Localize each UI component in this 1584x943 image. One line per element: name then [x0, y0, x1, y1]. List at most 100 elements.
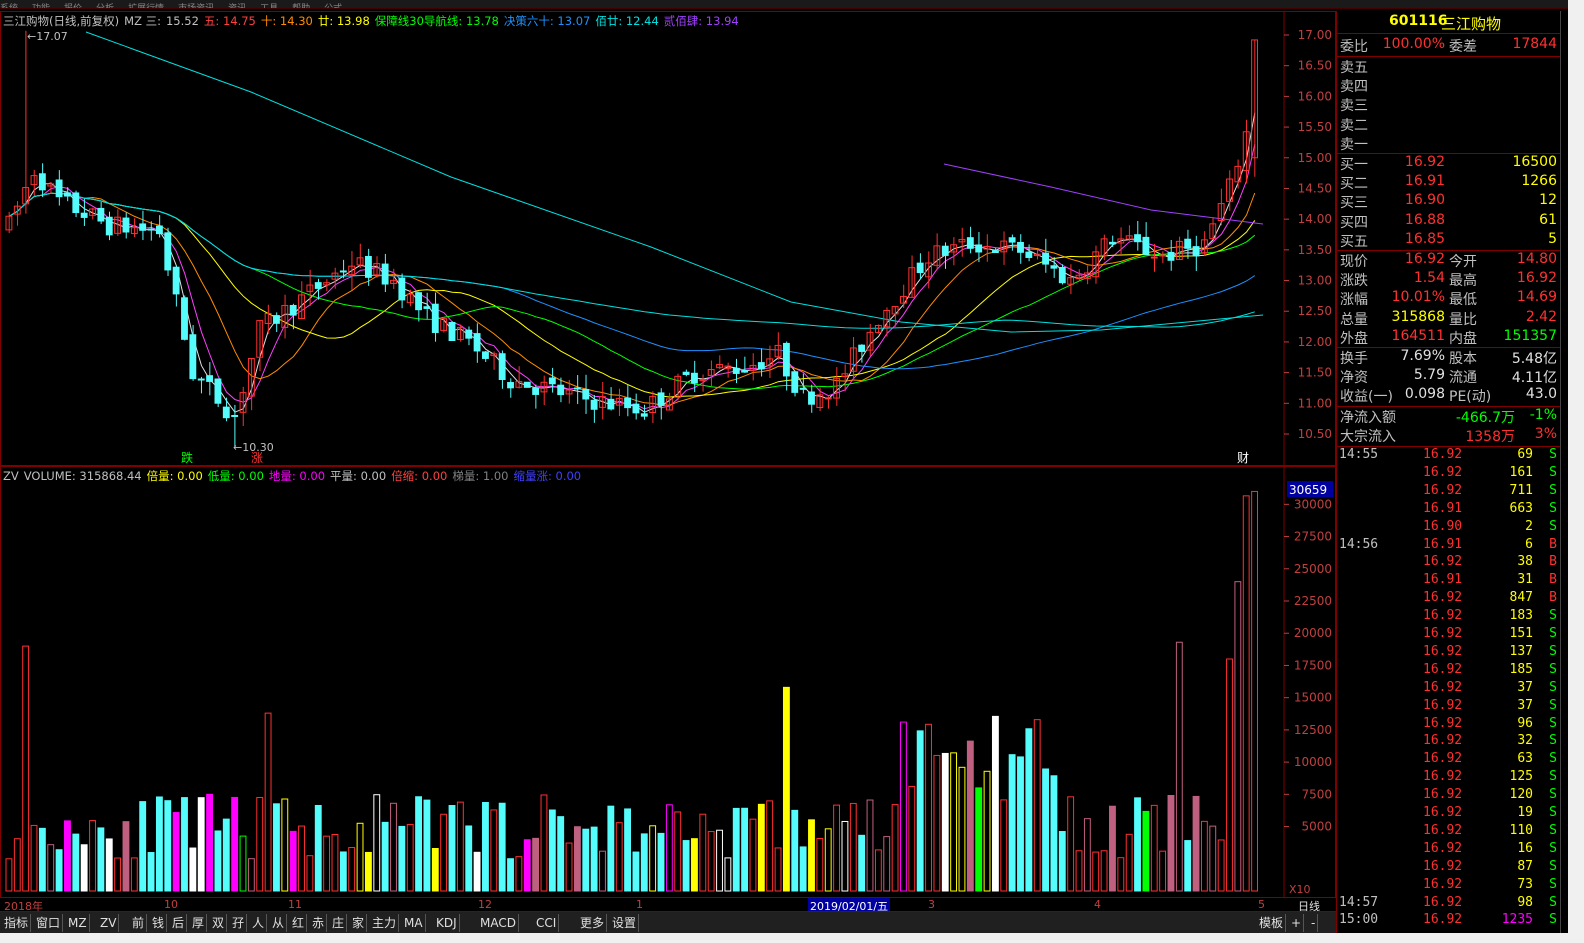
volume-bar [774, 847, 782, 892]
indicator-tab[interactable]: 双 [210, 914, 228, 932]
tick-price: 16.92 [1423, 876, 1463, 892]
volume-bar [532, 837, 540, 892]
indicator-tab[interactable]: 家 [350, 914, 368, 932]
quote-value: 5.48亿 [1511, 351, 1557, 367]
quote-label: 总量 [1340, 311, 1368, 328]
tick-direction: B [1549, 590, 1557, 606]
candle-body [72, 192, 80, 214]
indicator-tab[interactable]: 设置 [610, 914, 640, 932]
tick-volume: 161 [1509, 464, 1533, 480]
indicator-tab[interactable]: 后 [170, 914, 188, 932]
volume-bar [523, 839, 531, 892]
tick-price: 16.91 [1423, 536, 1463, 552]
tick-price: 16.92 [1423, 805, 1463, 820]
indicator-tab[interactable]: 厚 [190, 914, 208, 932]
candle-body [657, 392, 665, 406]
indicator-tab[interactable]: 从 [270, 914, 288, 932]
date-label: 3 [928, 898, 935, 911]
quote-value: 16.91 [1404, 173, 1445, 190]
indicator-tab[interactable]: KDJ [434, 914, 460, 932]
menu-item[interactable]: 公式 [324, 4, 342, 9]
indicator-tab[interactable]: 窗口 [34, 914, 64, 932]
kline-chart-panel[interactable]: 三江购物(日线,前复权) MZ 三: 15.52 五: 14.75 十: 14.30 廿:… [0, 11, 1336, 466]
tick-row: 16.92 37 S [1337, 680, 1561, 698]
menu-item[interactable]: 功能 [32, 4, 50, 9]
tick-price: 16.92 [1423, 679, 1463, 695]
candle-body [782, 342, 790, 377]
date-label: 11 [288, 898, 302, 911]
menu-item[interactable]: 帮助 [292, 4, 310, 9]
tick-volume: 1235 [1501, 912, 1533, 928]
tick-volume: 31 [1517, 572, 1533, 588]
scroll-strip[interactable] [1560, 11, 1568, 933]
candle-body [147, 228, 155, 231]
menu-item[interactable]: 系统 [0, 4, 18, 9]
volume-chart-panel[interactable]: ZV VOLUME: 315868.44 倍量: 0.00 低量: 0.00 地量: 0… [0, 466, 1336, 898]
quote-label: 最高 [1449, 273, 1477, 290]
indicator-tab[interactable]: 赤 [310, 914, 328, 932]
indicator-tab[interactable]: MACD [478, 914, 519, 932]
quote-row: 卖二 [1337, 115, 1561, 134]
indicator-tab[interactable]: 更多 [578, 914, 608, 932]
candle-body [624, 397, 632, 409]
tick-price: 16.92 [1423, 464, 1463, 480]
indicator-tab[interactable]: ZV [98, 914, 120, 932]
menu-item[interactable]: 报价 [64, 4, 82, 9]
tick-row: 16.92 110 S [1337, 823, 1561, 841]
indicator-tab[interactable]: 孖 [230, 914, 248, 932]
tick-direction: S [1549, 697, 1557, 713]
tick-direction: S [1549, 876, 1557, 892]
indicator-tab[interactable]: 人 [250, 914, 268, 932]
indicator-tab[interactable]: 庄 [330, 914, 348, 932]
volume-bar [356, 822, 364, 892]
candle-body [1159, 254, 1167, 257]
volume-bar [1192, 795, 1200, 892]
indicator-tab[interactable]: + [1289, 914, 1305, 932]
candle-body [1167, 251, 1175, 261]
indicator-tab[interactable]: 主力 [370, 914, 400, 932]
quote-row: 卖四 [1337, 76, 1561, 95]
quote-row: 换手 7.69% 股本 5.48亿 [1337, 348, 1561, 367]
indicator-tab[interactable]: MA [402, 914, 426, 932]
volume-bar [1075, 850, 1083, 892]
indicator-tab[interactable]: - [1309, 914, 1319, 932]
bid-volume: 5 [1548, 230, 1557, 247]
volume-chart[interactable]: 30000 27500 25000 22500 20000 17500 15000 12500… [1, 467, 1335, 897]
menu-item[interactable]: 市场资讯 [178, 4, 214, 9]
quote-row: 买二 16.91 1266 [1337, 173, 1561, 192]
quote-value: 100.00% [1382, 36, 1445, 52]
price-tick-label: 11.00 [1298, 396, 1332, 410]
indicator-tab[interactable]: 模板 [1257, 914, 1287, 932]
tick-row: 16.91 663 S [1337, 501, 1561, 519]
max-volume-label: 30659 [1289, 483, 1327, 497]
quote-label: 买一 [1340, 157, 1368, 173]
indicator-tab[interactable]: MZ [66, 914, 90, 932]
quote-row: 外盘 164511 内盘 151357 [1337, 328, 1561, 347]
candle-body [139, 223, 147, 231]
date-axis: 2018年 10 11 12 1 2019/02/01/五 3 4 5 日线 [0, 898, 1336, 914]
indicator-tab[interactable]: CCI [534, 914, 560, 932]
flow-percent: -1% [1529, 407, 1557, 423]
candle-body [273, 315, 280, 324]
volume-bar [373, 794, 381, 892]
volume-bar [197, 797, 205, 892]
tick-volume: 37 [1517, 679, 1533, 695]
menu-item[interactable]: 分析 [96, 4, 114, 9]
tick-row: 14:56 16.91 6 B [1337, 537, 1561, 555]
indicator-tab[interactable]: 前 [130, 914, 148, 932]
indicator-tab[interactable]: 红 [290, 914, 308, 932]
volume-bar [1025, 728, 1033, 892]
volume-bar [548, 809, 556, 892]
tick-price: 16.92 [1423, 858, 1463, 874]
bid-volume: 1266 [1521, 173, 1557, 190]
menu-item[interactable]: 资讯 [228, 4, 246, 9]
menu-item[interactable]: 扩展行情 [128, 4, 164, 9]
quote-value: 2.42 [1525, 308, 1557, 325]
tick-time: 14:55 [1339, 447, 1379, 462]
menu-item[interactable]: 工具 [260, 4, 278, 9]
indicator-tab[interactable]: 指标 [2, 914, 32, 932]
bid-volume: 12 [1539, 192, 1557, 209]
kline-chart[interactable]: 17.00 16.50 16.00 15.50 15.00 14.50 14.00 13.50… [1, 12, 1335, 465]
indicator-tab[interactable]: 钱 [150, 914, 168, 932]
candle-body [415, 292, 423, 311]
